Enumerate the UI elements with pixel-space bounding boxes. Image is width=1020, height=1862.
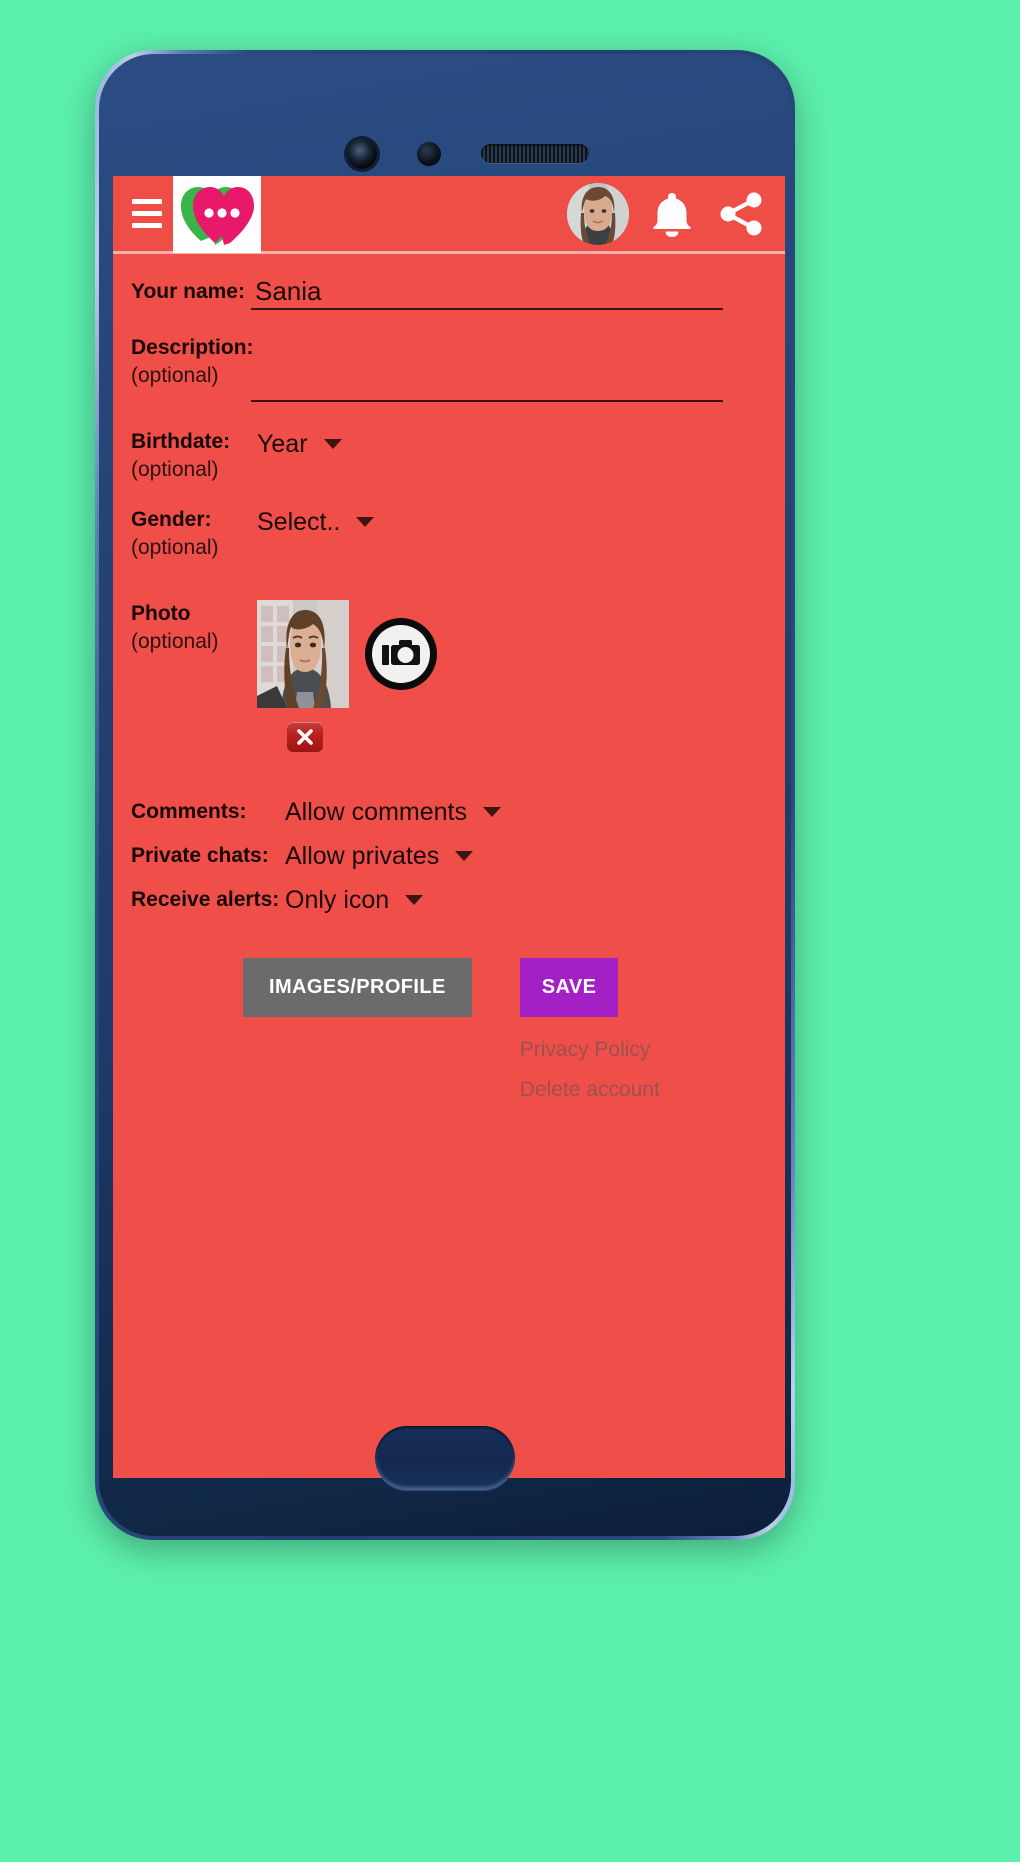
photo-label: Photo [131,602,191,625]
home-button[interactable] [375,1426,515,1490]
settings-row-comments: Comments: Allow comments [113,796,785,828]
chevron-down-icon [405,895,424,905]
hamburger-menu-icon[interactable] [121,184,173,244]
photo-top-row [257,600,437,708]
photo-area [251,600,437,752]
birthdate-year-dropdown[interactable]: Year [251,428,342,460]
form-row-description: Description: (optional) [113,334,785,402]
name-input[interactable]: Sania [251,274,723,310]
settings-group: Comments: Allow comments Private chats: … [113,796,785,916]
settings-row-private-chats: Private chats: Allow privates [113,840,785,872]
comments-dropdown[interactable]: Allow comments [279,796,501,828]
birthdate-label-column: Birthdate: (optional) [131,428,251,484]
delete-photo-button[interactable] [287,722,323,752]
privacy-policy-link[interactable]: Privacy Policy [520,1037,651,1063]
phone-device: Your name: Sania Description: (optional)… [95,50,795,1540]
phone-screen: Your name: Sania Description: (optional)… [113,176,785,1478]
action-buttons: IMAGES/PROFILE SAVE Privacy Policy Delet… [113,958,785,1103]
gender-dropdown[interactable]: Select.. [251,506,375,538]
phone-body: Your name: Sania Description: (optional)… [99,54,791,1536]
camera-icon-inner [372,625,430,683]
chevron-down-icon [323,439,342,449]
hamburger-bar [132,211,162,216]
name-label-column: Your name: [131,278,251,306]
receive-alerts-value: Only icon [285,886,390,914]
bell-icon[interactable] [645,183,699,245]
form-row-birthdate: Birthdate: (optional) Year [113,428,785,484]
chevron-down-icon [483,807,501,817]
heart-chat-logo-icon[interactable] [173,176,261,253]
gender-optional-label: (optional) [131,536,219,559]
delete-account-link[interactable]: Delete account [520,1077,660,1103]
profile-form: Your name: Sania Description: (optional)… [113,254,785,1103]
save-button[interactable]: SAVE [519,958,619,1017]
comments-label: Comments: [131,800,247,823]
images-profile-button[interactable]: IMAGES/PROFILE [243,958,472,1017]
description-label: Description: [131,336,254,359]
comments-value: Allow comments [285,798,467,826]
description-optional-label: (optional) [131,364,219,387]
photo-label-column: Photo (optional) [131,600,251,656]
private-chats-value: Allow privates [285,842,440,870]
proximity-sensor-icon [417,142,441,166]
birthdate-label: Birthdate: [131,430,231,453]
gender-label: Gender: [131,508,212,531]
settings-row-receive-alerts: Receive alerts: Only icon [113,884,785,916]
save-column: SAVE Privacy Policy Delete account [519,958,660,1103]
private-chats-label: Private chats: [131,844,269,867]
gender-label-column: Gender: (optional) [131,506,251,562]
birthdate-year-value: Year [257,430,308,458]
chevron-down-icon [455,851,474,861]
form-row-gender: Gender: (optional) Select.. [113,506,785,562]
private-chats-dropdown[interactable]: Allow privates [279,840,474,872]
photo-optional-label: (optional) [131,630,219,653]
description-input[interactable] [251,366,723,402]
gender-value: Select.. [257,508,341,536]
hamburger-bar [132,223,162,228]
front-camera-icon [347,139,377,169]
camera-icon[interactable] [365,618,437,690]
birthdate-optional-label: (optional) [131,458,219,481]
earpiece-speaker-icon [481,144,589,163]
hamburger-bar [132,199,162,204]
profile-photo-thumbnail[interactable] [257,600,349,708]
share-icon[interactable] [715,183,769,245]
app-bar [113,176,785,254]
name-label: Your name: [131,280,245,303]
form-row-photo: Photo (optional) [113,600,785,752]
description-label-column: Description: (optional) [131,334,254,390]
avatar[interactable] [567,182,629,245]
chevron-down-icon [356,517,375,527]
receive-alerts-label: Receive alerts: [131,888,280,911]
form-row-name: Your name: Sania [113,276,785,310]
receive-alerts-dropdown[interactable]: Only icon [279,884,424,916]
